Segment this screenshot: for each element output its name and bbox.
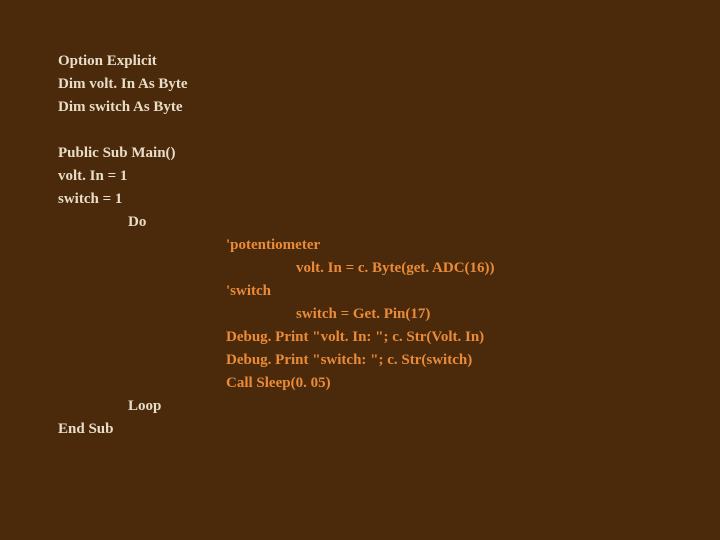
blank-line: [58, 119, 720, 142]
code-line-highlight: 'switch: [58, 280, 720, 303]
code-line: Do: [58, 211, 720, 234]
code-line-highlight: 'potentiometer: [58, 234, 720, 257]
code-line: switch = 1: [58, 188, 720, 211]
code-line-highlight: Call Sleep(0. 05): [58, 372, 720, 395]
code-line-highlight: switch = Get. Pin(17): [58, 303, 720, 326]
code-line: End Sub: [58, 418, 720, 441]
code-line: Loop: [58, 395, 720, 418]
code-line: Option Explicit: [58, 50, 720, 73]
code-line-highlight: Debug. Print "switch: "; c. Str(switch): [58, 349, 720, 372]
code-line-highlight: volt. In = c. Byte(get. ADC(16)): [58, 257, 720, 280]
code-line: volt. In = 1: [58, 165, 720, 188]
slide: Option Explicit Dim volt. In As Byte Dim…: [0, 0, 720, 540]
code-line: Dim switch As Byte: [58, 96, 720, 119]
code-line: Public Sub Main(): [58, 142, 720, 165]
code-line-highlight: Debug. Print "volt. In: "; c. Str(Volt. …: [58, 326, 720, 349]
code-line: Dim volt. In As Byte: [58, 73, 720, 96]
